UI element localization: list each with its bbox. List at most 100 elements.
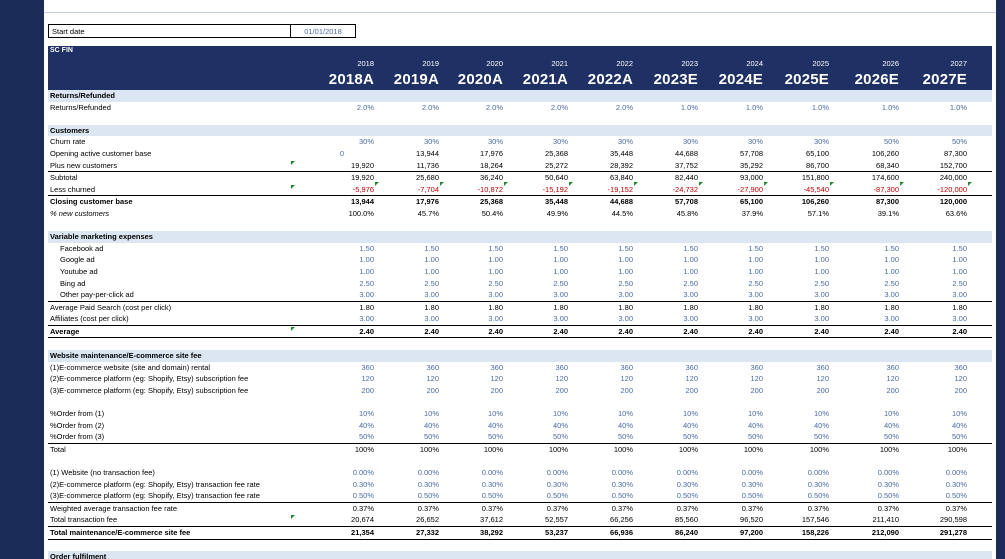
data-cell[interactable]: 50% (835, 136, 899, 148)
data-cell[interactable]: 20,674 (310, 514, 374, 526)
data-cell[interactable]: 0.50% (903, 490, 967, 502)
data-cell[interactable]: 2.40 (569, 326, 633, 338)
data-cell[interactable]: 2.40 (835, 326, 899, 338)
data-cell[interactable]: 200 (765, 385, 829, 397)
data-cell[interactable]: 93,000 (699, 172, 763, 184)
data-cell[interactable]: 1.50 (765, 243, 829, 255)
data-cell[interactable]: 25,272 (504, 160, 568, 172)
data-cell[interactable]: 40% (835, 420, 899, 432)
data-cell[interactable]: 25,368 (439, 196, 503, 208)
data-cell[interactable]: 360 (439, 362, 503, 374)
data-cell[interactable]: 97,200 (699, 527, 763, 539)
data-cell[interactable]: 17,976 (375, 196, 439, 208)
data-cell[interactable]: 1.80 (439, 302, 503, 314)
data-cell[interactable]: 2.50 (375, 278, 439, 290)
data-cell[interactable]: 1.00 (375, 266, 439, 278)
data-cell[interactable]: 0.30% (765, 479, 829, 491)
data-cell[interactable]: 2.40 (310, 326, 374, 338)
data-cell[interactable]: 360 (699, 362, 763, 374)
data-cell[interactable]: 50% (504, 431, 568, 443)
data-cell[interactable]: 100% (699, 444, 763, 456)
data-cell[interactable]: 38,292 (439, 527, 503, 539)
data-cell[interactable]: 3.00 (699, 313, 763, 325)
data-cell[interactable]: 3.00 (439, 289, 503, 301)
data-cell[interactable]: 1.50 (504, 243, 568, 255)
data-cell[interactable]: 0.50% (310, 490, 374, 502)
data-cell[interactable]: 40% (699, 420, 763, 432)
data-cell[interactable]: 10% (375, 408, 439, 420)
data-cell[interactable]: 30% (634, 136, 698, 148)
data-cell[interactable]: 50% (634, 431, 698, 443)
data-cell[interactable]: 37,612 (439, 514, 503, 526)
data-cell[interactable]: -120,000 (903, 184, 967, 196)
data-cell[interactable]: -19,152 (569, 184, 633, 196)
data-cell[interactable]: 2.50 (699, 278, 763, 290)
data-cell[interactable]: 30% (439, 136, 503, 148)
data-cell[interactable]: 2.50 (504, 278, 568, 290)
data-cell[interactable]: 50% (375, 431, 439, 443)
data-cell[interactable]: 37.9% (699, 208, 763, 220)
data-cell[interactable]: 212,090 (835, 527, 899, 539)
data-cell[interactable]: 11,736 (375, 160, 439, 172)
vertical-scrollbar[interactable] (996, 0, 1005, 559)
data-cell[interactable]: 1.00 (903, 254, 967, 266)
data-cell[interactable]: 30% (310, 136, 374, 148)
data-cell[interactable]: 120 (439, 373, 503, 385)
data-cell[interactable]: 1.00 (439, 254, 503, 266)
data-cell[interactable]: 30% (699, 136, 763, 148)
data-cell[interactable]: 50% (310, 431, 374, 443)
data-cell[interactable]: 200 (504, 385, 568, 397)
data-cell[interactable]: 0.00% (310, 467, 374, 479)
data-cell[interactable]: 2.40 (375, 326, 439, 338)
data-cell[interactable]: 44,688 (634, 148, 698, 160)
data-cell[interactable]: 152,700 (903, 160, 967, 172)
data-cell[interactable]: 49.9% (504, 208, 568, 220)
data-cell[interactable]: 2.40 (699, 326, 763, 338)
data-cell[interactable]: 1.80 (699, 302, 763, 314)
data-cell[interactable]: 30% (765, 136, 829, 148)
data-cell[interactable]: 0.00% (903, 467, 967, 479)
data-cell[interactable]: -10,872 (439, 184, 503, 196)
data-cell[interactable]: 1.00 (504, 266, 568, 278)
data-cell[interactable]: 360 (504, 362, 568, 374)
data-cell[interactable]: 0.30% (310, 479, 374, 491)
data-cell[interactable]: 40% (765, 420, 829, 432)
data-cell[interactable]: 19,920 (310, 172, 374, 184)
data-cell[interactable]: 1.50 (569, 243, 633, 255)
data-cell[interactable]: 1.00 (765, 266, 829, 278)
data-cell[interactable]: 0.00% (569, 467, 633, 479)
data-cell[interactable]: 106,260 (765, 196, 829, 208)
data-cell[interactable]: 35,448 (504, 196, 568, 208)
data-cell[interactable]: 290,598 (903, 514, 967, 526)
data-cell[interactable]: 87,300 (903, 148, 967, 160)
data-cell[interactable]: 30% (504, 136, 568, 148)
data-cell[interactable]: 50.4% (439, 208, 503, 220)
data-cell[interactable]: 39.1% (835, 208, 899, 220)
data-cell[interactable]: 2.40 (439, 326, 503, 338)
data-cell[interactable]: 50% (903, 431, 967, 443)
data-cell[interactable]: 3.00 (903, 313, 967, 325)
data-cell[interactable]: 0.50% (375, 490, 439, 502)
data-cell[interactable]: -5,976 (310, 184, 374, 196)
data-cell[interactable]: 1.50 (835, 243, 899, 255)
data-cell[interactable]: 120 (310, 373, 374, 385)
data-cell[interactable]: 63,840 (569, 172, 633, 184)
data-cell[interactable]: 3.00 (903, 289, 967, 301)
data-cell[interactable]: 17,976 (439, 148, 503, 160)
data-cell[interactable]: 30% (569, 136, 633, 148)
start-date-input[interactable]: 01/01/2018 (290, 25, 355, 37)
data-cell[interactable]: 2.50 (439, 278, 503, 290)
data-cell[interactable]: 26,652 (375, 514, 439, 526)
data-cell[interactable]: 3.00 (835, 313, 899, 325)
data-cell[interactable]: 0.00% (439, 467, 503, 479)
data-cell[interactable]: 2.50 (903, 278, 967, 290)
data-cell[interactable]: 0.00% (375, 467, 439, 479)
data-cell[interactable]: 200 (835, 385, 899, 397)
data-cell[interactable]: 37,752 (634, 160, 698, 172)
data-cell[interactable]: 0.30% (504, 479, 568, 491)
data-cell[interactable]: 40% (310, 420, 374, 432)
data-cell[interactable]: 50% (439, 431, 503, 443)
data-cell[interactable]: 100% (569, 444, 633, 456)
data-cell[interactable]: 100% (310, 444, 374, 456)
data-cell[interactable]: -24,732 (634, 184, 698, 196)
